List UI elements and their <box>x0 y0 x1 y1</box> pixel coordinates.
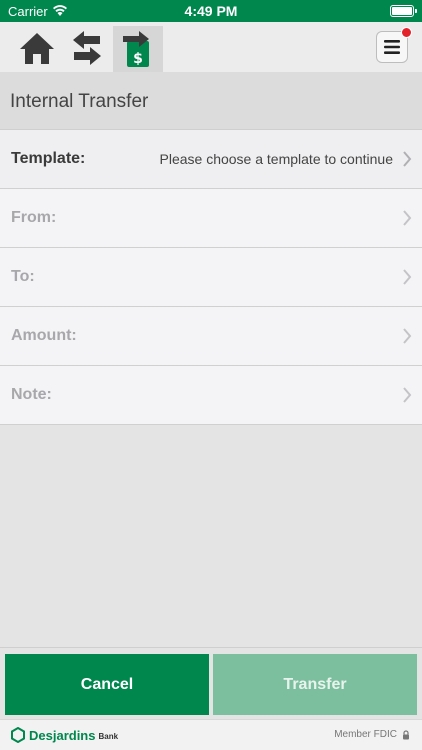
to-label: To: <box>11 268 35 285</box>
desjardins-logo: Desjardins Bank <box>11 727 118 743</box>
hamburger-menu-icon <box>384 40 400 54</box>
internal-transfer-button[interactable]: $ <box>113 26 163 72</box>
transfer-button[interactable]: Transfer <box>213 654 417 715</box>
chevron-right-icon <box>403 328 412 344</box>
note-row[interactable]: Note: <box>0 366 422 425</box>
home-icon <box>20 33 54 64</box>
fdic-label: Member FDIC <box>334 729 397 740</box>
chevron-right-icon <box>403 210 412 226</box>
template-value: Please choose a template to continue <box>159 151 394 167</box>
wifi-icon <box>53 5 67 16</box>
chevron-right-icon <box>403 151 412 167</box>
page-title: Internal Transfer <box>10 91 149 112</box>
cancel-button[interactable]: Cancel <box>5 654 209 715</box>
brand-sub: Bank <box>98 732 119 741</box>
amount-label: Amount: <box>11 327 77 344</box>
home-button[interactable] <box>12 26 62 70</box>
swap-arrows-icon <box>73 31 101 65</box>
note-label: Note: <box>11 386 52 403</box>
menu-button[interactable] <box>376 27 412 63</box>
brand-name: Desjardins <box>29 727 96 743</box>
carrier-label: Carrier <box>8 4 48 19</box>
from-label: From: <box>11 209 57 226</box>
top-toolbar: $ <box>0 22 422 72</box>
transfer-dollar-icon: $ <box>123 31 149 67</box>
battery-icon <box>390 5 417 17</box>
status-bar: Carrier 4:49 PM <box>0 0 422 22</box>
member-fdic: Member FDIC <box>334 729 410 740</box>
template-row[interactable]: Template: Please choose a template to co… <box>0 130 422 189</box>
amount-row[interactable]: Amount: <box>0 307 422 366</box>
transfers-button[interactable] <box>62 26 112 70</box>
lock-icon <box>403 729 409 739</box>
svg-text:$: $ <box>133 51 143 67</box>
notification-badge <box>401 27 412 38</box>
page-header: Internal Transfer <box>0 72 422 130</box>
hexagon-logo-icon <box>11 727 25 743</box>
from-row[interactable]: From: <box>0 189 422 248</box>
action-bar: Cancel Transfer <box>0 647 422 719</box>
to-row[interactable]: To: <box>0 248 422 307</box>
chevron-right-icon <box>403 269 412 285</box>
template-label: Template: <box>11 150 86 167</box>
footer: Desjardins Bank Member FDIC <box>0 719 422 750</box>
chevron-right-icon <box>403 387 412 403</box>
